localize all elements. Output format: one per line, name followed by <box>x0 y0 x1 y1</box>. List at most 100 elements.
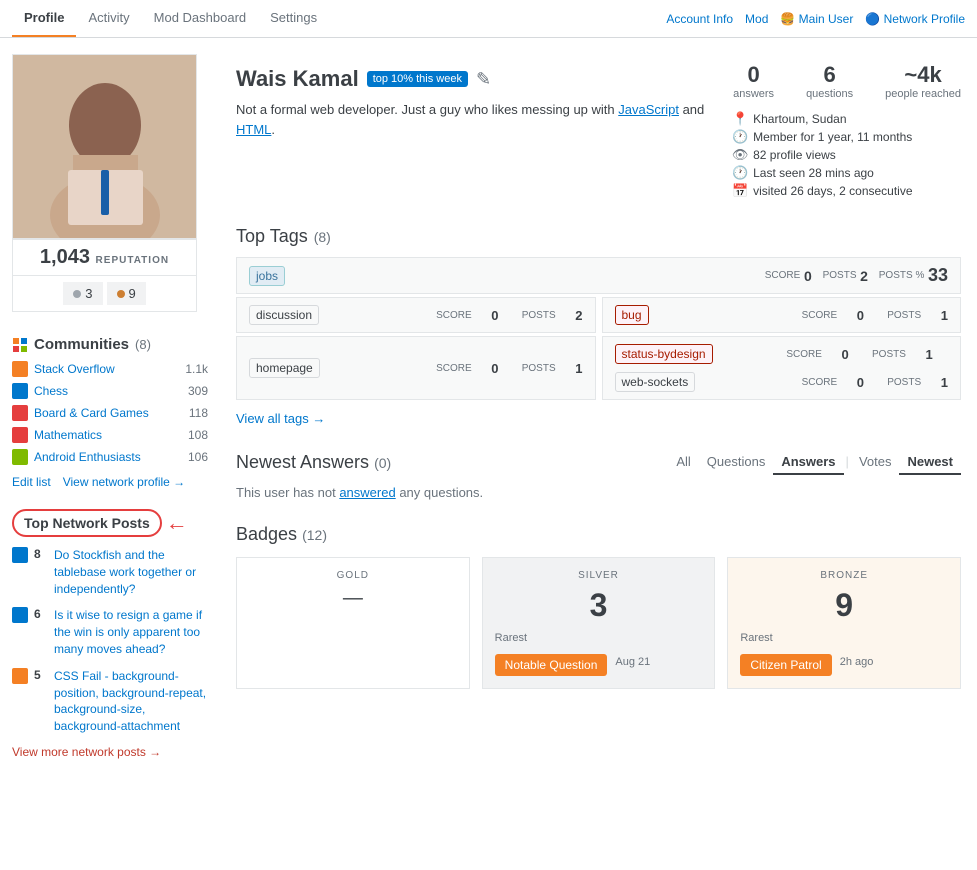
filter-newest[interactable]: Newest <box>899 450 961 475</box>
community-link[interactable]: Mathematics <box>34 428 188 442</box>
answers-stat: 0 answers <box>733 62 774 100</box>
communities-list: Stack Overflow 1.1k Chess 309 Board & Ca… <box>12 361 208 465</box>
posts-val: 1 <box>941 308 948 323</box>
tag-half-row: homepage SCORE 0 POSTS 1 <box>236 336 596 400</box>
gold-badge-card: GOLD — <box>236 557 470 689</box>
score-val: 0 <box>857 308 864 323</box>
meta-last-seen: 🕐 Last seen 28 mins ago <box>733 166 961 180</box>
tab-settings[interactable]: Settings <box>258 0 329 37</box>
edit-icon[interactable]: ✎ <box>476 69 491 90</box>
answered-link[interactable]: answered <box>339 485 395 500</box>
tag-half-row: discussion SCORE 0 POSTS 2 <box>236 297 596 333</box>
post-link[interactable]: CSS Fail - background-position, backgrou… <box>54 668 208 735</box>
badges-count: (12) <box>302 527 327 543</box>
community-link[interactable]: Board & Card Games <box>34 406 189 420</box>
people-reached-stat: ~4k people reached <box>885 62 961 100</box>
score-label: SCORE <box>436 363 472 374</box>
html-link[interactable]: HTML <box>236 122 271 137</box>
tag-half-row: status-bydesign SCORE 0 POSTS 1 web-sock… <box>602 336 962 400</box>
view-more-posts-link[interactable]: View more network posts → <box>12 745 208 759</box>
calendar-icon: 📅 <box>733 184 747 198</box>
tag-chip[interactable]: status-bydesign <box>615 344 713 364</box>
view-all-tags-link[interactable]: View all tags → <box>236 411 325 426</box>
questions-num: 6 <box>806 62 853 88</box>
post-score: 8 <box>34 547 48 561</box>
top-network-title: Top Network Posts <box>12 509 162 537</box>
tag-chip[interactable]: web-sockets <box>615 372 696 392</box>
eye-icon: 👁 <box>733 148 747 162</box>
account-info-link[interactable]: Account Info <box>666 12 733 26</box>
history-icon: 🕐 <box>733 130 747 144</box>
silver-badge-btn[interactable]: Notable Question <box>495 654 608 676</box>
community-link[interactable]: Android Enthusiasts <box>34 450 188 464</box>
tag-chip[interactable]: jobs <box>249 266 285 286</box>
tag-chip[interactable]: homepage <box>249 358 320 378</box>
nav-right: Account Info Mod 🍔 Main User 🔵 Network P… <box>666 12 965 26</box>
answers-count: (0) <box>374 455 391 471</box>
filter-votes[interactable]: Votes <box>851 450 900 475</box>
posts-label: POSTS <box>887 377 921 388</box>
tag-chip[interactable]: discussion <box>249 305 319 325</box>
meta-visited: 📅 visited 26 days, 2 consecutive <box>733 184 961 198</box>
community-count: 108 <box>188 428 208 442</box>
profile-info: Wais Kamal top 10% this week ✎ Not a for… <box>236 54 713 202</box>
silver-badge-card: SILVER 3 Rarest Notable Question Aug 21 <box>482 557 716 689</box>
posts-label: POSTS <box>872 349 906 360</box>
silver-rarest-row: Notable Question Aug 21 <box>495 648 703 676</box>
js-link[interactable]: JavaScript <box>618 102 679 117</box>
visited-text: visited 26 days, 2 consecutive <box>753 184 912 198</box>
answers-title: Newest Answers (0) <box>236 452 668 473</box>
postspct-value: 33 <box>928 265 948 286</box>
posts-val: 1 <box>926 347 933 362</box>
profile-header: Wais Kamal top 10% this week ✎ Not a for… <box>236 54 961 202</box>
silver-count: 3 <box>495 587 703 624</box>
main-content: Wais Kamal top 10% this week ✎ Not a for… <box>220 38 977 775</box>
gold-value: — <box>249 587 457 610</box>
tag-half-row: bug SCORE 0 POSTS 1 <box>602 297 962 333</box>
edit-list-link[interactable]: Edit list <box>12 475 51 489</box>
bronze-label: BRONZE <box>740 570 948 581</box>
tab-profile[interactable]: Profile <box>12 0 76 37</box>
filter-questions[interactable]: Questions <box>699 450 774 475</box>
list-item: 5 CSS Fail - background-position, backgr… <box>12 668 208 735</box>
view-network-link[interactable]: View network profile → <box>63 475 186 489</box>
score-val: 0 <box>857 375 864 390</box>
filter-answers[interactable]: Answers <box>773 450 843 475</box>
score-val: 0 <box>491 361 498 376</box>
mod-link[interactable]: Mod <box>745 12 768 26</box>
bronze-count: 9 <box>740 587 948 624</box>
tag-chip[interactable]: bug <box>615 305 649 325</box>
answers-label: answers <box>733 88 774 100</box>
score-label: SCORE <box>765 270 801 281</box>
answers-section: Newest Answers (0) All Questions Answers… <box>236 450 961 500</box>
top-network-section: Top Network Posts ← 8 Do Stockfish and t… <box>12 509 208 759</box>
boardgames-icon <box>12 405 28 421</box>
list-item: 6 Is it wise to resign a game if the win… <box>12 607 208 657</box>
post-link[interactable]: Do Stockfish and the tablebase work toge… <box>54 547 208 597</box>
main-user-link[interactable]: 🍔 Main User <box>780 12 853 26</box>
posts-value: 2 <box>860 268 868 284</box>
tab-activity[interactable]: Activity <box>76 0 141 37</box>
community-count: 309 <box>188 384 208 398</box>
post-link[interactable]: Is it wise to resign a game if the win i… <box>54 607 208 657</box>
bronze-badge-date: 2h ago <box>840 656 874 668</box>
score-label: SCORE <box>802 310 838 321</box>
network-profile-link[interactable]: 🔵 Network Profile <box>865 12 965 26</box>
community-link[interactable]: Stack Overflow <box>34 362 185 376</box>
communities-count: (8) <box>135 337 151 352</box>
community-link[interactable]: Chess <box>34 384 188 398</box>
nav-bar: Profile Activity Mod Dashboard Settings … <box>0 0 977 38</box>
posts-val: 2 <box>575 308 582 323</box>
badges-section: Badges (12) GOLD — SILVER 3 Rarest Notab… <box>236 524 961 689</box>
posts-label: POSTS <box>522 310 556 321</box>
tab-mod-dashboard[interactable]: Mod Dashboard <box>142 0 259 37</box>
communities-header: Communities (8) <box>12 336 208 353</box>
people-reached-label: people reached <box>885 88 961 100</box>
filter-all[interactable]: All <box>668 450 698 475</box>
bronze-badge-btn[interactable]: Citizen Patrol <box>740 654 831 676</box>
clock-icon: 🕐 <box>733 166 747 180</box>
answers-header: Newest Answers (0) All Questions Answers… <box>236 450 961 475</box>
meta-location: 📍 Khartoum, Sudan <box>733 112 961 126</box>
communities-section: Communities (8) Stack Overflow 1.1k Ches… <box>12 336 208 489</box>
post-icon <box>12 607 28 623</box>
